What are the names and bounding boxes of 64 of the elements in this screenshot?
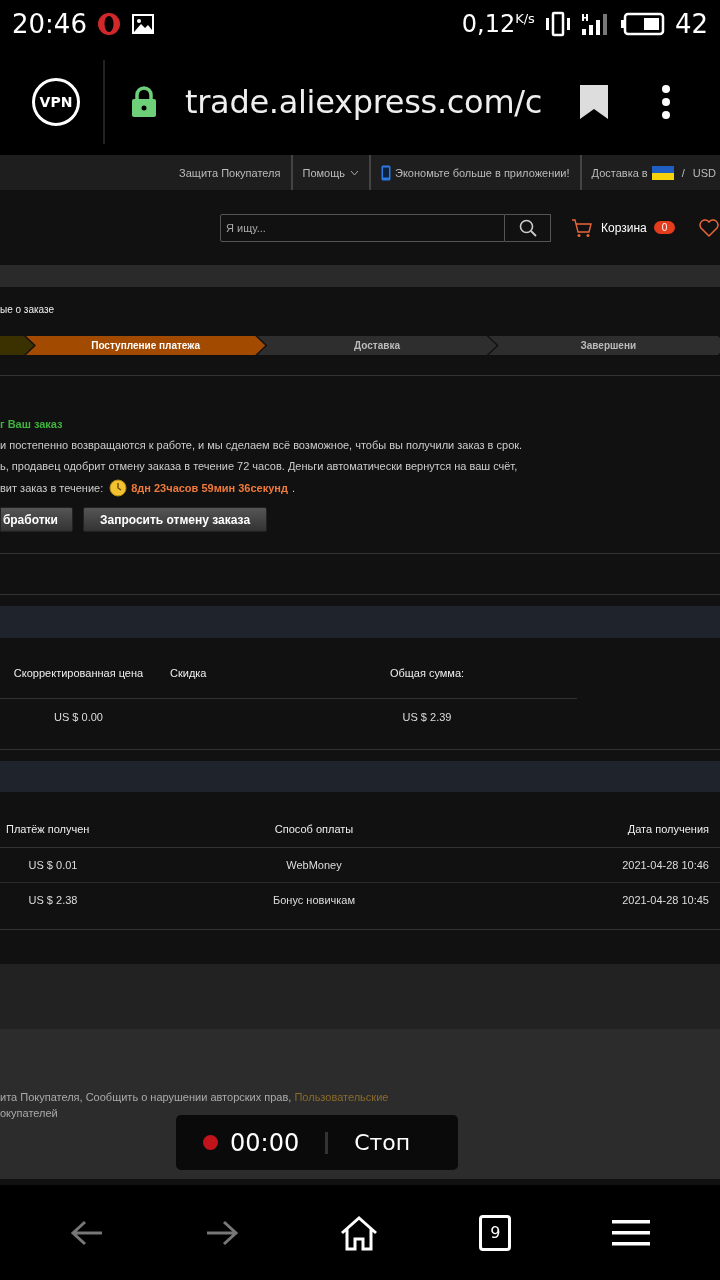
bookmark-icon[interactable] bbox=[579, 83, 609, 120]
footer-text: ита Покупателя, Сообщить о нарушении авторских прав, bbox=[0, 1091, 293, 1103]
stop-button[interactable]: Стоп bbox=[354, 1130, 411, 1155]
vpn-button[interactable]: VPN bbox=[32, 77, 80, 126]
battery-icon bbox=[620, 12, 665, 36]
more-menu-icon[interactable] bbox=[661, 84, 671, 119]
column-header: Скорректированная цена bbox=[0, 668, 157, 699]
table-cell-text: US $ 2.39 bbox=[401, 710, 453, 725]
progress-step: Завершени bbox=[488, 336, 720, 355]
section-title: ые о заказе bbox=[0, 304, 56, 315]
buyer-protection-link[interactable]: Защита Покупателя bbox=[179, 166, 281, 179]
shipping-label[interactable]: Доставка в bbox=[591, 166, 648, 179]
back-icon[interactable] bbox=[70, 1218, 105, 1247]
cart-count-badge: 0 bbox=[653, 221, 676, 234]
progress-step: Доставка bbox=[257, 336, 497, 355]
clock-icon bbox=[109, 479, 128, 497]
address-field[interactable]: trade.aliexpress.com/c bbox=[185, 82, 547, 121]
forward-icon[interactable] bbox=[204, 1218, 239, 1247]
notice-text: и постепенно возвращаются к работе, и мы сделаем всё возможное, чтобы вы получили заказ в срок. bbox=[0, 439, 524, 451]
lock-icon bbox=[131, 85, 157, 118]
table-cell: WebMoney bbox=[106, 848, 522, 883]
battery-percent: 42 bbox=[674, 9, 708, 39]
image-icon bbox=[130, 13, 155, 35]
home-icon[interactable] bbox=[338, 1214, 379, 1251]
cancel-order-button[interactable]: Запросить отмену заказа bbox=[83, 507, 268, 532]
network-speed: 0,12$^{K/s}$ bbox=[461, 10, 535, 38]
heart-icon[interactable] bbox=[699, 217, 720, 238]
table-cell-text: US $ 0.00 bbox=[53, 710, 104, 725]
vibrate-icon bbox=[544, 11, 571, 37]
tabs-button[interactable]: 9 bbox=[479, 1214, 512, 1251]
notice-title: г Ваш заказ bbox=[0, 418, 64, 430]
menu-icon[interactable] bbox=[611, 1218, 650, 1247]
search-button[interactable] bbox=[505, 213, 551, 242]
table-cell: US $ 0.01 bbox=[0, 848, 106, 883]
currency-label[interactable]: USD bbox=[692, 166, 716, 179]
progress-step: Поступление платежа bbox=[25, 336, 266, 355]
cart-icon[interactable] bbox=[571, 217, 593, 238]
footer-text: окупателей bbox=[0, 1107, 59, 1119]
help-dropdown[interactable]: Помощь bbox=[302, 166, 359, 179]
countdown-end: . bbox=[291, 482, 295, 494]
app-promo-link[interactable]: Экономьте больше в приложении! bbox=[395, 166, 570, 179]
search-field[interactable]: Я ищу... bbox=[220, 213, 505, 242]
cart-link[interactable]: Корзина bbox=[601, 220, 647, 235]
separator-text: / bbox=[681, 166, 685, 179]
column-header: Общая сумма: bbox=[277, 668, 577, 699]
countdown-label: вит заказ в течение: bbox=[0, 482, 104, 494]
column-header: Скидка bbox=[157, 668, 277, 699]
search-icon bbox=[518, 218, 537, 237]
processing-button[interactable]: бработки bbox=[0, 507, 73, 532]
notice-text: ь, продавец одобрит отмену заказа в течение 72 часов. Деньги автоматически вернутся на ваш счёт, bbox=[0, 460, 519, 472]
table-cell-text: 2021-04-28 10:45 bbox=[621, 893, 710, 908]
table-cell-text: US $ 2.38 bbox=[27, 893, 79, 908]
column-header: Дата получения bbox=[522, 823, 720, 848]
chevron-down-icon bbox=[350, 169, 359, 176]
table-cell: 2021-04-28 10:46 bbox=[522, 848, 720, 883]
clock-time: 20:46 bbox=[12, 9, 87, 39]
phone-icon bbox=[381, 164, 391, 181]
column-header: Способ оплаты bbox=[106, 823, 522, 848]
countdown-timer: 8дн 23часов 59мин 36секунд bbox=[131, 482, 288, 494]
recording-timer: 00:00 bbox=[230, 1128, 300, 1157]
flag-icon bbox=[651, 165, 674, 180]
column-header: Платёж получен bbox=[0, 823, 106, 848]
browser-app-icon bbox=[96, 12, 121, 36]
table-cell-text: Бонус новичкам bbox=[272, 893, 356, 908]
